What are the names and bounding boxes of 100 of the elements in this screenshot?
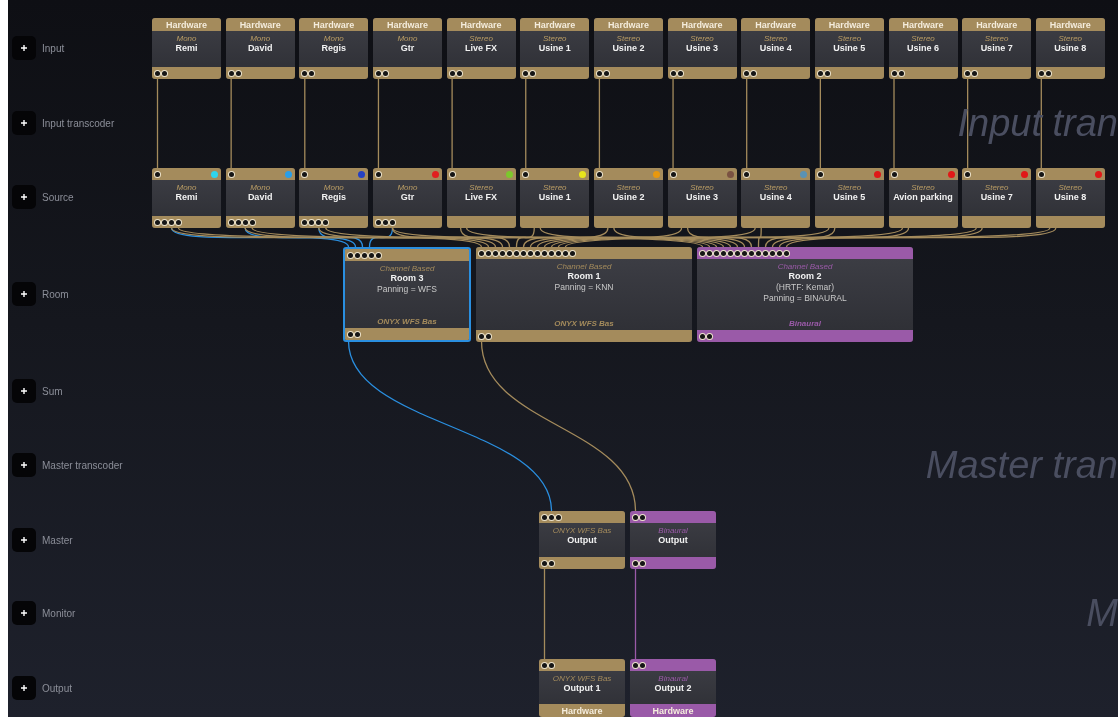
audio-node[interactable]: Channel Based Room 1 Panning = KNN ONYX WFS Bas (476, 247, 692, 342)
audio-node[interactable]: Stereo Usine 8 (1035, 168, 1105, 228)
plus-icon (21, 194, 27, 200)
plus-icon (21, 537, 27, 543)
audio-node[interactable]: Hardware Stereo Usine 2 (593, 18, 663, 79)
node-header: Hardware (888, 18, 958, 31)
node-header: Hardware (1035, 18, 1105, 31)
audio-node[interactable]: Channel Based Room 2 (HRTF: Kemar) Panning = BINAURAL Binaural (697, 247, 913, 342)
audio-node[interactable]: Hardware Mono Remi (152, 18, 221, 79)
audio-node[interactable]: Stereo Usine 4 (741, 168, 811, 228)
node-name: Remi (175, 192, 198, 203)
node-type: Channel Based (556, 262, 612, 271)
node-name: Room 3 (390, 273, 424, 284)
node-type: Mono (397, 183, 418, 192)
node-type: Stereo (616, 183, 641, 192)
node-type: Stereo (542, 34, 567, 43)
node-type: Stereo (911, 34, 935, 43)
node-name: Room 1 (567, 271, 601, 282)
node-type: Stereo (984, 183, 1009, 192)
node-type: Stereo (763, 183, 788, 192)
audio-node[interactable]: Stereo Usine 3 (667, 168, 737, 228)
node-header: Hardware (962, 18, 1032, 31)
plus-icon (21, 462, 27, 468)
audio-node[interactable]: ONYX WFS Bas Output 1 Hardware (539, 659, 625, 717)
node-name: Gtr (400, 192, 415, 203)
audio-node[interactable]: Stereo Usine 5 (814, 168, 884, 228)
audio-node[interactable]: Mono David (225, 168, 295, 228)
audio-node[interactable]: Hardware Stereo Usine 7 (962, 18, 1032, 79)
add-button[interactable] (12, 379, 36, 403)
audio-node[interactable]: Hardware Stereo Usine 5 (814, 18, 884, 79)
audio-node[interactable]: Mono Regis (299, 168, 369, 228)
node-name: Usine 5 (833, 192, 866, 203)
add-button[interactable] (12, 111, 36, 135)
port-bar (1035, 216, 1105, 228)
stage-label: Source (42, 191, 74, 203)
add-button[interactable] (12, 528, 36, 552)
node-header: Hardware (520, 18, 590, 31)
node-name: Live FX (465, 43, 498, 54)
port-icon (1038, 171, 1044, 177)
add-button[interactable] (12, 185, 36, 209)
audio-node[interactable]: Hardware Mono Regis (299, 18, 369, 79)
node-type: Stereo (837, 34, 862, 43)
stage-label: Monitor (42, 607, 76, 619)
audio-node[interactable]: ONYX WFS Bas Output (539, 511, 625, 569)
plus-icon (21, 120, 27, 126)
add-button[interactable] (12, 676, 36, 700)
audio-node[interactable]: Stereo Usine 1 (520, 168, 590, 228)
add-button[interactable] (12, 453, 36, 477)
port-bar (520, 216, 590, 228)
node-name: Usine 8 (1054, 192, 1087, 203)
audio-node[interactable]: Hardware Stereo Usine 3 (667, 18, 737, 79)
node-type: Mono (397, 34, 418, 43)
port-bar (962, 216, 1032, 228)
audio-node[interactable]: Hardware Mono Gtr (372, 18, 442, 79)
audio-node[interactable]: Stereo Live FX (446, 168, 516, 228)
audio-node[interactable]: Hardware Stereo Usine 4 (741, 18, 811, 79)
audio-node[interactable]: Hardware Mono David (225, 18, 295, 79)
node-name: Usine 6 (907, 43, 939, 54)
node-name: Usine 8 (1054, 43, 1087, 54)
audio-node[interactable]: Stereo Usine 7 (962, 168, 1032, 228)
audio-node[interactable]: Hardware Stereo Live FX (446, 18, 516, 79)
add-button[interactable] (12, 36, 36, 60)
node-type: Stereo (984, 34, 1009, 43)
node-type: Binaural (658, 674, 688, 683)
audio-node[interactable]: Mono Remi (152, 168, 221, 228)
audio-node[interactable]: Stereo Usine 2 (593, 168, 663, 228)
port-icon (965, 171, 971, 177)
node-name: Gtr (400, 43, 415, 54)
add-button[interactable] (12, 601, 36, 625)
port-icon (155, 171, 160, 177)
audio-node[interactable]: Binaural Output (630, 511, 716, 569)
stage-label: Master (42, 534, 73, 546)
node-type: Stereo (542, 183, 567, 192)
node-name: Regis (321, 43, 347, 54)
node-type: Stereo (690, 183, 714, 192)
add-button[interactable] (12, 282, 36, 306)
audio-node[interactable]: Stereo Avion parking (888, 168, 958, 228)
audio-node[interactable]: Channel Based Room 3 Panning = WFS ONYX WFS Bas (343, 247, 471, 342)
port-bar (667, 216, 737, 228)
node-name: Regis (321, 192, 347, 203)
node-name: Usine 4 (759, 43, 792, 54)
audio-node[interactable]: Hardware Stereo Usine 8 (1035, 18, 1105, 79)
audio-node[interactable]: Hardware Stereo Usine 6 (888, 18, 958, 79)
node-name: Usine 3 (686, 43, 719, 54)
node-type: Mono (323, 34, 344, 43)
port-bar (446, 216, 516, 228)
audio-node[interactable]: Mono Gtr (372, 168, 442, 228)
node-name: Output 2 (654, 683, 692, 694)
audio-node[interactable]: Binaural Output 2 Hardware (630, 659, 716, 717)
plus-icon (21, 45, 27, 51)
audio-node[interactable]: Hardware Stereo Usine 1 (520, 18, 590, 79)
node-name: Avion parking (893, 192, 953, 203)
stage-label: Room (42, 288, 69, 300)
port-icon (596, 171, 602, 177)
node-name: Room 2 (788, 271, 822, 282)
port-bar (888, 216, 958, 228)
node-type: Mono (250, 183, 271, 192)
node-footer-label: ONYX WFS Bas (554, 319, 614, 328)
port-icon (449, 171, 455, 177)
node-detail: Panning = KNN (554, 282, 614, 293)
